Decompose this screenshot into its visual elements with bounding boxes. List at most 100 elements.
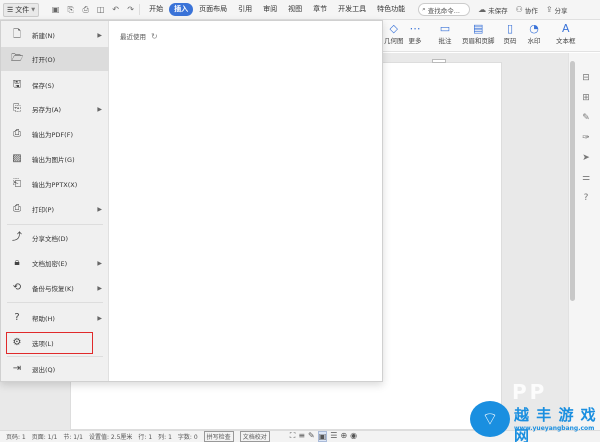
side-tool-icons: ⊟ ⊞ ✎ ✑ ➤ ⚌ ? bbox=[581, 73, 591, 203]
menu-item-print[interactable]: ⎙ 打印(P) ▶ bbox=[1, 197, 109, 221]
file-menu-button[interactable]: ☰ 文件 ▼ bbox=[3, 2, 40, 17]
redo-icon[interactable]: ↷ bbox=[126, 5, 135, 14]
print-icon[interactable]: ⎙ bbox=[81, 5, 90, 14]
refresh-icon[interactable]: ↻ bbox=[151, 32, 158, 41]
file-menu-dropdown: 🗋 新建(N) ▶ 🗁 打开(O) 🖫 保存(S) ⎘ 另存为(A) ▶ ⎙ 输… bbox=[0, 20, 383, 382]
tab-references[interactable]: 引用 bbox=[233, 3, 257, 16]
proofread-label: 文档校对 bbox=[242, 434, 267, 441]
view-mode-icons: ⛶ ≡ ✎ ▣ ☰ ⊕ ◉ bbox=[290, 431, 357, 442]
menu-item-open[interactable]: 🗁 打开(O) bbox=[1, 47, 109, 71]
unsaved-label: 未保存 bbox=[488, 6, 508, 15]
eye-icon[interactable]: ◉ bbox=[350, 431, 357, 442]
header-footer-icon: ▤ bbox=[473, 22, 484, 35]
select-icon[interactable]: ➤ bbox=[581, 153, 591, 163]
menu-item-backup[interactable]: ⟲ 备份与恢复(K) ▶ bbox=[1, 276, 109, 300]
unsaved-button[interactable]: ☁ 未保存 bbox=[478, 5, 508, 15]
tab-view[interactable]: 视图 bbox=[283, 3, 307, 16]
reading-view-icon[interactable]: ☰ bbox=[330, 431, 337, 442]
pdf-icon: ⎙ bbox=[13, 128, 21, 139]
menu-item-share[interactable]: ⤴ 分享文档(D) bbox=[1, 226, 109, 250]
command-search[interactable]: ⌕ 查找命令... bbox=[418, 3, 471, 16]
comment-button[interactable]: ▭ 批注 bbox=[438, 22, 452, 45]
pptx-icon: ⎗ bbox=[13, 178, 21, 189]
vertical-scrollbar[interactable] bbox=[570, 61, 575, 301]
review-icon[interactable]: ✎ bbox=[581, 113, 591, 123]
geometry-icon: ◇ bbox=[389, 22, 398, 35]
collaborate-label: 协作 bbox=[524, 6, 538, 15]
share-button[interactable]: ⇪ 分享 bbox=[546, 5, 568, 15]
adjust-icon[interactable]: ⚌ bbox=[581, 173, 591, 183]
tab-section[interactable]: 章节 bbox=[308, 3, 332, 16]
textbox-label: 文本框 bbox=[556, 37, 576, 45]
menu-item-label: 保存(S) bbox=[32, 82, 55, 90]
menu-item-save-as[interactable]: ⎘ 另存为(A) ▶ bbox=[1, 97, 109, 121]
print-icon: ⎙ bbox=[13, 203, 21, 214]
search-icon: ⌕ bbox=[422, 5, 426, 13]
tab-features[interactable]: 特色功能 bbox=[372, 3, 410, 16]
menu-item-label: 新建(N) bbox=[32, 32, 55, 40]
preview-icon[interactable]: ◫ bbox=[96, 5, 105, 14]
chevron-right-icon: ▶ bbox=[97, 284, 102, 292]
pen-icon[interactable]: ✎ bbox=[308, 431, 315, 442]
tab-home[interactable]: 开始 bbox=[144, 3, 168, 16]
chevron-right-icon: ▶ bbox=[97, 314, 102, 322]
collaborate-button[interactable]: ⚇ 协作 bbox=[516, 5, 538, 15]
comment-label: 批注 bbox=[438, 37, 452, 45]
top-right-actions: ☁ 未保存 ⚇ 协作 ⇪ 分享 bbox=[478, 5, 567, 15]
status-section: 节: 1/1 bbox=[63, 434, 83, 441]
style-icon[interactable]: ⊟ bbox=[581, 73, 591, 83]
tab-page-layout[interactable]: 页面布局 bbox=[194, 3, 232, 16]
more-icon: ⋯ bbox=[409, 22, 421, 35]
tab-insert[interactable]: 插入 bbox=[169, 3, 194, 16]
geometry-button[interactable]: ◇ 几何图 bbox=[384, 22, 404, 45]
page-number-label: 页码 bbox=[503, 37, 517, 45]
menu-item-help[interactable]: ? 帮助(H) ▶ bbox=[1, 306, 109, 330]
watermark-icon: ◔ bbox=[529, 22, 539, 35]
file-menu-list: 🗋 新建(N) ▶ 🗁 打开(O) 🖫 保存(S) ⎘ 另存为(A) ▶ ⎙ 输… bbox=[1, 21, 109, 381]
tab-review[interactable]: 审阅 bbox=[258, 3, 282, 16]
spellcheck-toggle[interactable]: 拼写检查 bbox=[203, 431, 234, 442]
divider bbox=[139, 4, 141, 15]
menu-item-encrypt[interactable]: 🔒︎ 文档加密(E) ▶ bbox=[1, 251, 109, 275]
page-view-icon[interactable]: ▣ bbox=[317, 431, 328, 442]
page-number-button[interactable]: ▯ 页码 bbox=[503, 22, 517, 45]
menu-item-label: 另存为(A) bbox=[32, 106, 62, 114]
watermark-button[interactable]: ◔ 水印 bbox=[527, 22, 541, 45]
proofread-toggle[interactable]: 文档校对 bbox=[239, 431, 270, 442]
share-icon: ⇪ bbox=[545, 5, 553, 14]
share-label: 分享 bbox=[554, 6, 568, 15]
format-icon[interactable]: ⊞ bbox=[581, 93, 591, 103]
web-view-icon[interactable]: ⊕ bbox=[340, 431, 347, 442]
backup-icon: ⟲ bbox=[12, 282, 22, 293]
menu-item-export-image[interactable]: ▨ 输出为图片(G) bbox=[1, 147, 109, 171]
export-icon[interactable]: ⎘ bbox=[66, 5, 75, 14]
wifi-logo-icon: ⌔ bbox=[470, 401, 510, 437]
more-button[interactable]: ⋯ 更多 bbox=[408, 22, 422, 45]
status-col: 列: 1 bbox=[158, 434, 172, 441]
cloud-icon: ☁ bbox=[478, 5, 487, 14]
share-icon: ⤴ bbox=[12, 232, 22, 243]
pen-icon[interactable]: ✑ bbox=[581, 133, 591, 143]
chevron-down-icon: ▼ bbox=[31, 6, 36, 13]
fullscreen-icon[interactable]: ⛶ bbox=[290, 431, 296, 442]
more-label: 更多 bbox=[408, 37, 422, 45]
menu-item-export-pptx[interactable]: ⎗ 输出为PPTX(X) bbox=[1, 172, 109, 196]
header-footer-button[interactable]: ▤ 页眉和页脚 bbox=[462, 22, 495, 45]
menu-item-export-pdf[interactable]: ⎙ 输出为PDF(F) bbox=[1, 122, 109, 146]
tab-developer[interactable]: 开发工具 bbox=[333, 3, 371, 16]
hamburger-icon: ☰ bbox=[7, 5, 14, 14]
new-file-icon: 🗋 bbox=[12, 29, 22, 40]
options-highlight-box bbox=[6, 332, 93, 354]
page-corner-marker bbox=[432, 59, 446, 63]
outline-view-icon[interactable]: ≡ bbox=[298, 431, 305, 442]
status-page-count: 页面: 1/1 bbox=[31, 434, 58, 441]
menu-item-exit[interactable]: ⇥ 退出(Q) bbox=[1, 357, 109, 381]
help-icon[interactable]: ? bbox=[581, 193, 591, 203]
textbox-button[interactable]: A 文本框 bbox=[556, 22, 576, 45]
menu-item-new[interactable]: 🗋 新建(N) ▶ bbox=[1, 23, 109, 47]
menu-item-save[interactable]: 🖫 保存(S) bbox=[1, 73, 109, 97]
save-icon[interactable]: ▣ bbox=[51, 5, 60, 14]
status-word-count[interactable]: 字数: 0 bbox=[178, 432, 198, 441]
chevron-right-icon: ▶ bbox=[97, 31, 102, 39]
undo-icon[interactable]: ↶ bbox=[111, 5, 120, 14]
